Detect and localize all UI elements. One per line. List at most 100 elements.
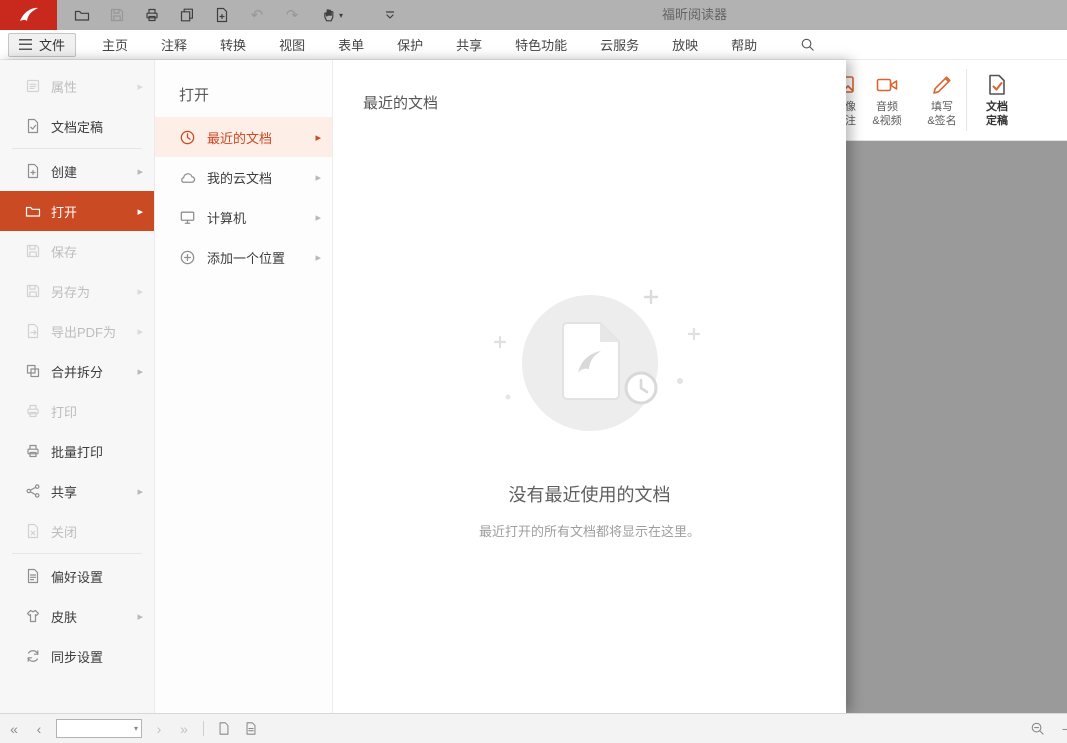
file-menu-item-preferences[interactable]: 偏好设置 bbox=[0, 556, 154, 596]
clock-icon bbox=[179, 129, 196, 146]
tab-help[interactable]: 帮助 bbox=[731, 35, 757, 54]
menu-divider bbox=[12, 148, 142, 149]
file-menu-item-print[interactable]: 打印 bbox=[0, 391, 154, 431]
statusbar: « ‹ ▾ › » − bbox=[0, 713, 1067, 743]
ribbon-item-doc-finalize[interactable]: 文档 定稿 bbox=[972, 73, 1022, 128]
continuous-page-view-button[interactable] bbox=[242, 720, 260, 738]
titlebar: ↶ ↷ ▾ 福昕阅读器 bbox=[0, 0, 1067, 30]
file-menu-list: 属性▸ 文档定稿 创建▸ 打开▸ 保存 另存为▸ 导出PDF为▸ 合并拆分▸ 打… bbox=[0, 60, 155, 713]
customize-toolbar-icon bbox=[382, 7, 398, 23]
close-document-icon bbox=[25, 523, 41, 539]
sync-icon bbox=[25, 648, 41, 664]
ribbon-group-separator bbox=[966, 69, 967, 131]
copy-pages-button[interactable] bbox=[176, 4, 198, 26]
tab-view[interactable]: 视图 bbox=[279, 35, 305, 54]
tab-share[interactable]: 共享 bbox=[456, 35, 482, 54]
dropdown-caret-icon: ▾ bbox=[339, 11, 343, 20]
ribbon-tabs: 主页 注释 转换 视图 表单 保护 共享 特色功能 云服务 放映 帮助 bbox=[102, 35, 815, 54]
marquee-zoom-button[interactable] bbox=[1028, 720, 1046, 738]
video-camera-icon bbox=[875, 73, 899, 97]
tab-home[interactable]: 主页 bbox=[102, 35, 128, 54]
single-page-view-button[interactable] bbox=[215, 720, 233, 738]
previous-page-button[interactable]: ‹ bbox=[31, 721, 47, 737]
empty-state: 没有最近使用的文档 最近打开的所有文档都将显示在这里。 bbox=[333, 265, 846, 540]
open-submenu-title: 打开 bbox=[179, 84, 332, 105]
submenu-arrow-icon: ▸ bbox=[137, 205, 143, 218]
submenu-arrow-icon: ▸ bbox=[137, 485, 143, 498]
file-menu-item-save-as[interactable]: 另存为▸ bbox=[0, 271, 154, 311]
tab-convert[interactable]: 转换 bbox=[220, 35, 246, 54]
create-document-icon bbox=[25, 163, 41, 179]
search-icon[interactable] bbox=[800, 37, 815, 52]
empty-state-title: 没有最近使用的文档 bbox=[333, 481, 846, 507]
file-menu-item-open[interactable]: 打开▸ bbox=[0, 191, 154, 231]
open-item-recent-documents[interactable]: 最近的文档▸ bbox=[155, 117, 332, 157]
file-menu-item-share[interactable]: 共享▸ bbox=[0, 471, 154, 511]
file-menu-panel: 属性▸ 文档定稿 创建▸ 打开▸ 保存 另存为▸ 导出PDF为▸ 合并拆分▸ 打… bbox=[0, 60, 846, 713]
plus-circle-icon bbox=[179, 249, 196, 266]
redo-button[interactable]: ↷ bbox=[281, 4, 303, 26]
foxit-bird-icon bbox=[17, 5, 41, 25]
skin-shirt-icon bbox=[25, 608, 41, 624]
save-icon bbox=[25, 243, 41, 259]
dropdown-caret-icon: ▾ bbox=[134, 724, 138, 733]
tab-protect[interactable]: 保护 bbox=[397, 35, 423, 54]
new-document-icon bbox=[214, 7, 230, 23]
tab-cloud-service[interactable]: 云服务 bbox=[600, 35, 639, 54]
customize-quick-access-button[interactable] bbox=[379, 4, 401, 26]
tab-form[interactable]: 表单 bbox=[338, 35, 364, 54]
tab-special-features[interactable]: 特色功能 bbox=[515, 35, 567, 54]
last-page-button[interactable]: » bbox=[176, 721, 192, 737]
file-menu-item-create[interactable]: 创建▸ bbox=[0, 151, 154, 191]
batch-print-icon bbox=[25, 443, 41, 459]
file-menu-item-merge-split[interactable]: 合并拆分▸ bbox=[0, 351, 154, 391]
submenu-arrow-icon: ▸ bbox=[137, 365, 143, 378]
empty-state-hint: 最近打开的所有文档都将显示在这里。 bbox=[333, 521, 846, 540]
file-menu-item-sync-settings[interactable]: 同步设置 bbox=[0, 636, 154, 676]
tab-comment[interactable]: 注释 bbox=[161, 35, 187, 54]
create-document-button[interactable] bbox=[211, 4, 233, 26]
submenu-arrow-icon: ▸ bbox=[137, 610, 143, 623]
file-menu-item-skin[interactable]: 皮肤▸ bbox=[0, 596, 154, 636]
ribbon-item-fill-sign[interactable]: 填写 &签名 bbox=[914, 73, 970, 128]
menubar: 文件 主页 注释 转换 视图 表单 保护 共享 特色功能 云服务 放映 帮助 bbox=[0, 30, 1067, 60]
tab-present[interactable]: 放映 bbox=[672, 35, 698, 54]
recent-documents-panel: 最近的文档 没有最近使用的文档 最近打开的所有文档都将显示在这里。 bbox=[333, 60, 846, 713]
first-page-button[interactable]: « bbox=[6, 721, 22, 737]
ribbon-item-audio-video[interactable]: 音频 &视频 bbox=[859, 73, 915, 128]
print-button[interactable] bbox=[141, 4, 163, 26]
file-menu-item-properties[interactable]: 属性▸ bbox=[0, 66, 154, 106]
save-icon bbox=[109, 7, 125, 23]
file-menu-item-batch-print[interactable]: 批量打印 bbox=[0, 431, 154, 471]
zoom-out-button[interactable]: − bbox=[1058, 721, 1067, 737]
submenu-arrow-icon: ▸ bbox=[315, 131, 321, 144]
hand-tool-icon bbox=[321, 7, 337, 23]
file-menu-button[interactable]: 文件 bbox=[8, 33, 76, 57]
file-menu-item-doc-finalize[interactable]: 文档定稿 bbox=[0, 106, 154, 146]
save-as-icon bbox=[25, 283, 41, 299]
app-logo[interactable] bbox=[0, 0, 57, 30]
open-item-computer[interactable]: 计算机▸ bbox=[155, 197, 332, 237]
page-number-combobox[interactable]: ▾ bbox=[56, 719, 142, 738]
save-button[interactable] bbox=[106, 4, 128, 26]
file-menu-item-export-pdf[interactable]: 导出PDF为▸ bbox=[0, 311, 154, 351]
ribbon-item-label-line2: &签名 bbox=[927, 115, 956, 127]
computer-icon bbox=[179, 209, 196, 226]
open-item-my-cloud-documents[interactable]: 我的云文档▸ bbox=[155, 157, 332, 197]
open-file-button[interactable] bbox=[71, 4, 93, 26]
undo-button[interactable]: ↶ bbox=[246, 4, 268, 26]
submenu-arrow-icon: ▸ bbox=[137, 80, 143, 93]
quick-access-toolbar: ↶ ↷ ▾ bbox=[71, 4, 401, 26]
document-check-icon bbox=[985, 73, 1009, 97]
redo-icon: ↷ bbox=[286, 8, 299, 23]
app-window: ↶ ↷ ▾ 福昕阅读器 文件 主页 注释 转换 视图 表单 保护 共享 特色功能… bbox=[0, 0, 1067, 743]
file-menu-label: 文件 bbox=[39, 35, 65, 54]
hand-tool-button[interactable]: ▾ bbox=[316, 4, 348, 26]
file-menu-item-save[interactable]: 保存 bbox=[0, 231, 154, 271]
open-item-add-a-place[interactable]: 添加一个位置▸ bbox=[155, 237, 332, 277]
next-page-button[interactable]: › bbox=[151, 721, 167, 737]
page-number-input[interactable] bbox=[60, 721, 134, 737]
ribbon-item-label-line1: 文档 bbox=[986, 101, 1008, 113]
file-menu-item-close[interactable]: 关闭 bbox=[0, 511, 154, 551]
copy-pages-icon bbox=[179, 7, 195, 23]
